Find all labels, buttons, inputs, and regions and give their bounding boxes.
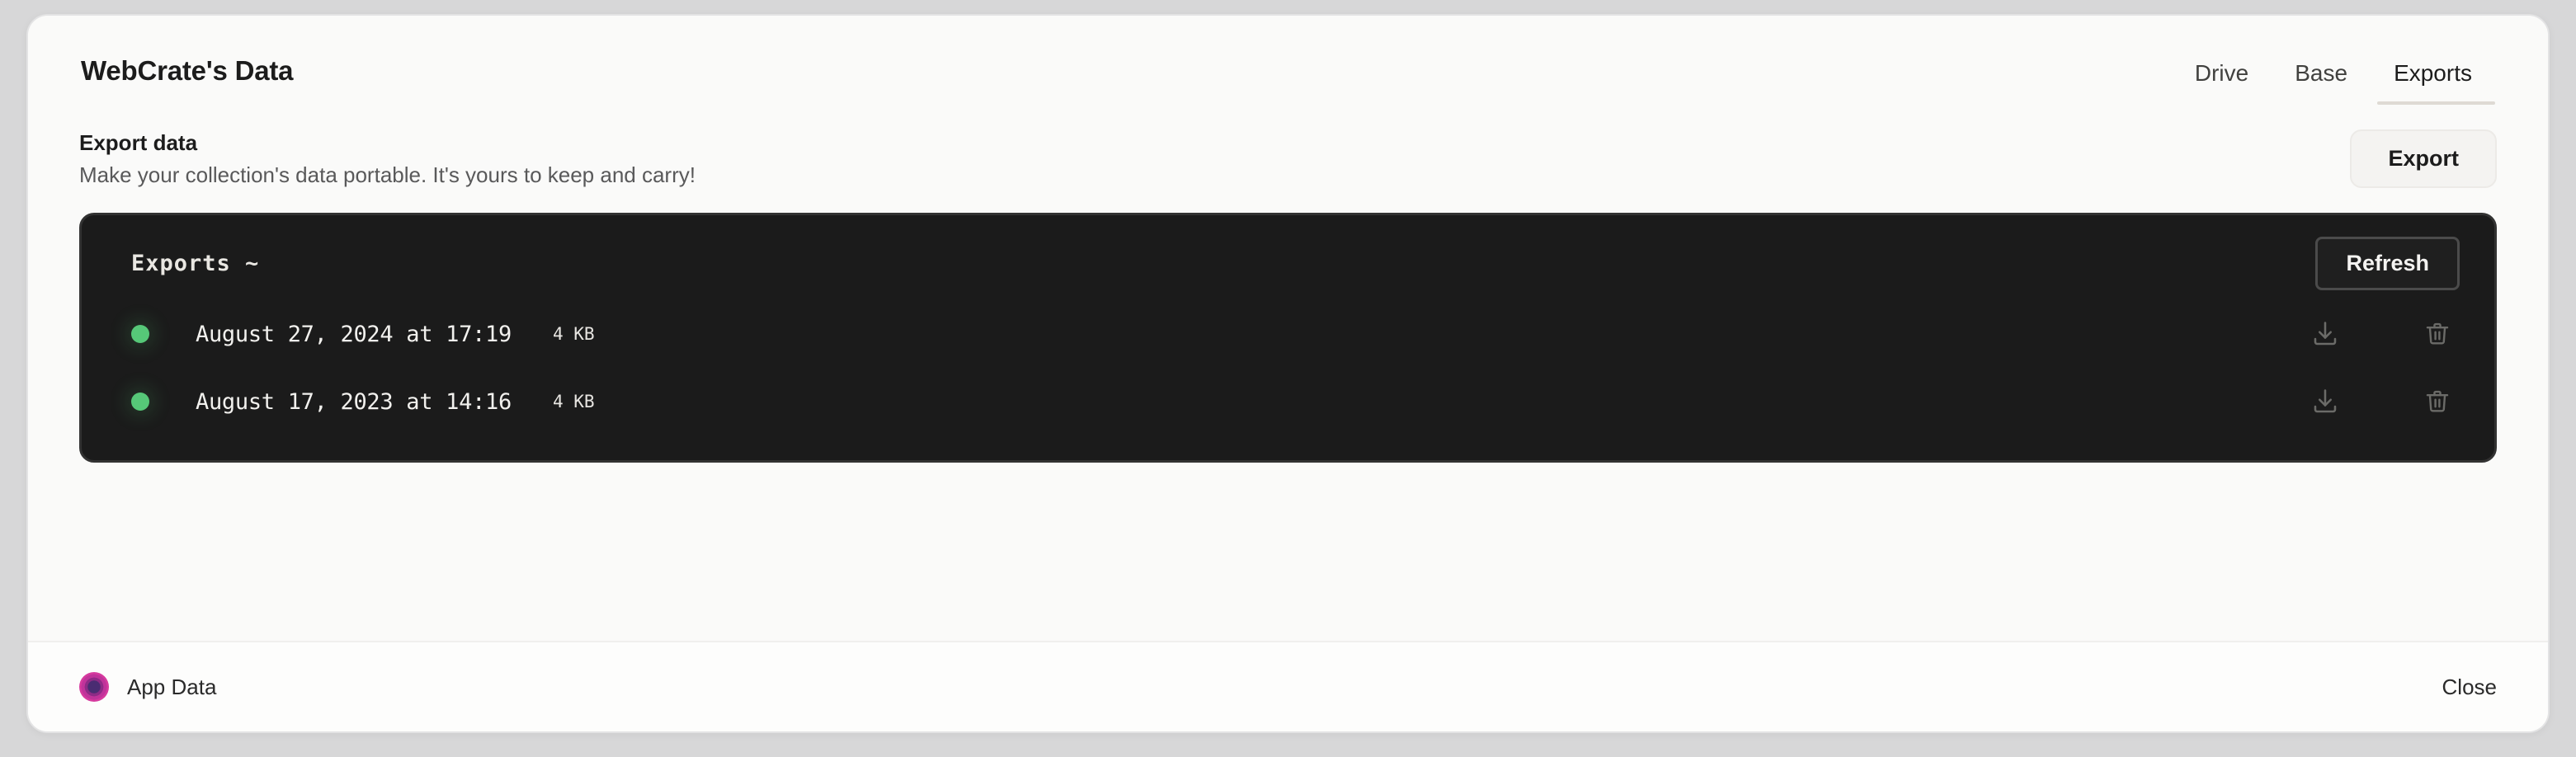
app-data-circle-icon [79,672,109,702]
header-row: WebCrate's Data Drive Base Exports [53,16,2523,105]
export-data-heading: Export data [79,129,198,155]
app-window: WebCrate's Data Drive Base Exports Expor… [26,14,2550,733]
exports-panel-header: Exports ~ Refresh [82,215,2494,300]
status-dot-icon [131,393,149,411]
export-date: August 17, 2023 at 14:16 [196,388,512,415]
trash-icon[interactable] [2415,379,2460,424]
download-icon[interactable] [2303,312,2347,356]
export-size: 4 KB [552,324,595,344]
table-row[interactable]: August 27, 2024 at 17:19 4 KB [82,300,2494,368]
export-data-section: Export data Make your collection's data … [53,105,2523,188]
tab-exports[interactable]: Exports [2371,52,2495,105]
table-row[interactable]: August 17, 2023 at 14:16 4 KB [82,368,2494,435]
refresh-button[interactable]: Refresh [2315,237,2460,290]
export-size: 4 KB [552,392,595,411]
status-dot-icon [131,325,149,343]
export-data-description: Make your collection's data portable. It… [79,162,696,187]
footer-bar: App Data Close [28,641,2548,731]
tab-drive[interactable]: Drive [2172,52,2272,105]
export-text-block: Export data Make your collection's data … [79,130,696,188]
app-data-label: App Data [127,674,217,699]
close-button[interactable]: Close [2442,675,2497,700]
tab-base[interactable]: Base [2272,52,2371,105]
tab-bar: Drive Base Exports [2172,52,2495,105]
content-area: WebCrate's Data Drive Base Exports Expor… [28,16,2548,641]
export-date: August 27, 2024 at 17:19 [196,321,512,347]
exports-panel-title: Exports ~ [131,251,260,276]
footer-left: App Data [79,672,216,702]
trash-icon[interactable] [2415,312,2460,356]
exports-panel: Exports ~ Refresh August 27, 2024 at 17:… [79,213,2497,463]
page-title: WebCrate's Data [81,55,294,86]
export-button[interactable]: Export [2350,129,2497,188]
download-icon[interactable] [2303,379,2347,424]
